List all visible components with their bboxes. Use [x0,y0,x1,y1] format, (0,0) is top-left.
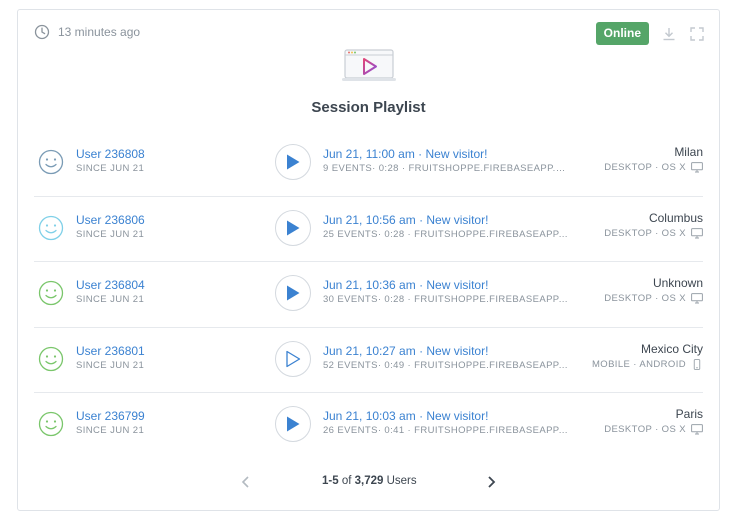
location-info: Unknown DESKTOP · OS X [604,276,703,304]
user-link[interactable]: User 236799 [76,409,145,423]
location-info: Columbus DESKTOP · OS X [604,211,703,239]
user-link[interactable]: User 236801 [76,344,145,358]
play-icon [286,350,301,367]
session-meta: 9 EVENTS· 0:28 · FRUITSHOPPE.FIREBASEAPP… [323,163,568,174]
user-since: SINCE JUN 21 [76,294,145,305]
play-button[interactable] [275,209,311,246]
user-info: User 236801 SINCE JUN 21 [76,344,145,371]
session-info: Jun 21, 10:36 am · New visitor! 30 EVENTS… [323,278,568,305]
user-since: SINCE JUN 21 [76,228,145,240]
pagination: 1-5 of 3,729 Users [18,472,719,492]
desktop-icon [691,424,703,435]
session-meta: 25 EVENTS· 0:28 · FRUITSHOPPE.FIREBASEAP… [323,228,568,240]
pagination-total: 3,729 [354,475,384,487]
location-city: Unknown [652,276,703,290]
pagination-of: of [338,475,355,487]
session-row[interactable]: User 236799 SINCE JUN 21 Jun 21, 10:03 am … [34,393,703,459]
desktop-icon [691,162,703,173]
clock-icon [34,24,50,40]
download-icon[interactable] [661,26,677,42]
location-city: Milan [674,145,703,159]
user-since: SINCE JUN 21 [76,359,145,371]
session-info: Jun 21, 10:03 am · New visitor! 26 EVENTS… [323,409,568,436]
pagination-range: 1-5 [322,475,339,487]
timestamp: 13 minutes ago [58,25,141,39]
playlist-hero: Session Playlist [18,48,719,116]
status-badge: Online [595,22,649,45]
visitor-face-icon [38,411,64,437]
session-row[interactable]: User 236806 SINCE JUN 21 Jun 21, 10:56 am … [34,197,703,262]
play-icon [287,220,300,235]
user-link[interactable]: User 236806 [76,213,145,227]
device-label: DESKTOP · OS X [604,424,686,435]
device-info: DESKTOP · OS X [604,293,703,304]
play-icon [287,285,300,301]
session-replay-icon [341,49,396,81]
visitor-face-icon [38,280,64,306]
play-button[interactable] [275,275,311,311]
page-title: Session Playlist [311,99,426,116]
session-meta: 30 EVENTS· 0:28 · FRUITSHOPPE.FIREBASEAP… [323,294,568,305]
session-info: Jun 21, 10:56 am · New visitor! 25 EVENTS… [323,213,568,240]
last-updated: 13 minutes ago [34,24,140,40]
location-city: Columbus [648,210,703,225]
play-icon [287,154,300,170]
visitor-face-icon [38,346,64,371]
session-link[interactable]: Jun 21, 10:56 am · New visitor! [323,213,568,227]
pagination-unit: Users [383,475,417,487]
play-button[interactable] [275,144,311,180]
pagination-label: 1-5 of 3,729 Users [322,475,417,487]
device-info: DESKTOP · OS X [604,162,703,173]
session-link[interactable]: Jun 21, 10:03 am · New visitor! [323,409,568,423]
user-info: User 236804 SINCE JUN 21 [76,278,145,305]
location-city: Paris [675,407,703,421]
user-link[interactable]: User 236808 [76,147,145,161]
device-label: DESKTOP · OS X [604,162,686,173]
user-link[interactable]: User 236804 [76,278,145,292]
desktop-icon [691,227,703,238]
session-info: Jun 21, 10:27 am · New visitor! 52 EVENTS… [323,344,568,371]
fullscreen-icon[interactable] [689,26,705,42]
location-info: Mexico City MOBILE · ANDROID [592,342,703,370]
desktop-icon [691,293,703,304]
play-button[interactable] [275,340,311,377]
session-list: User 236808 SINCE JUN 21 Jun 21, 11:00 am … [34,131,703,459]
session-playlist-card: 13 minutes ago Online Session Playlist U… [17,9,720,511]
user-info: User 236808 SINCE JUN 21 [76,147,145,174]
device-info: DESKTOP · OS X [604,424,703,435]
location-info: Milan DESKTOP · OS X [604,145,703,173]
user-info: User 236806 SINCE JUN 21 [76,213,145,240]
session-link[interactable]: Jun 21, 10:36 am · New visitor! [323,278,568,292]
session-link[interactable]: Jun 21, 11:00 am · New visitor! [323,147,568,161]
session-info: Jun 21, 11:00 am · New visitor! 9 EVENTS·… [323,147,568,174]
session-link[interactable]: Jun 21, 10:27 am · New visitor! [323,344,568,358]
location-city: Mexico City [640,341,703,356]
play-icon [287,416,300,432]
device-label: DESKTOP · OS X [604,227,686,239]
device-label: DESKTOP · OS X [604,293,686,304]
visitor-face-icon [38,149,64,175]
device-info: MOBILE · ANDROID [592,359,703,370]
device-label: MOBILE · ANDROID [591,358,686,370]
card-toolbar: Online [595,22,705,45]
session-row[interactable]: User 236804 SINCE JUN 21 Jun 21, 10:36 am … [34,262,703,328]
mobile-icon [693,358,701,370]
device-info: DESKTOP · OS X [604,228,703,239]
session-meta: 26 EVENTS· 0:41 · FRUITSHOPPE.FIREBASEAP… [323,425,568,436]
user-info: User 236799 SINCE JUN 21 [76,409,145,436]
visitor-face-icon [38,215,64,240]
session-row[interactable]: User 236801 SINCE JUN 21 Jun 21, 10:27 am … [34,328,703,393]
chevron-left-icon[interactable] [240,475,252,489]
location-info: Paris DESKTOP · OS X [604,407,703,435]
play-button[interactable] [275,406,311,442]
session-meta: 52 EVENTS· 0:49 · FRUITSHOPPE.FIREBASEAP… [323,359,568,371]
user-since: SINCE JUN 21 [76,425,145,436]
user-since: SINCE JUN 21 [76,163,145,174]
session-row[interactable]: User 236808 SINCE JUN 21 Jun 21, 11:00 am … [34,131,703,197]
chevron-right-icon[interactable] [485,475,497,489]
